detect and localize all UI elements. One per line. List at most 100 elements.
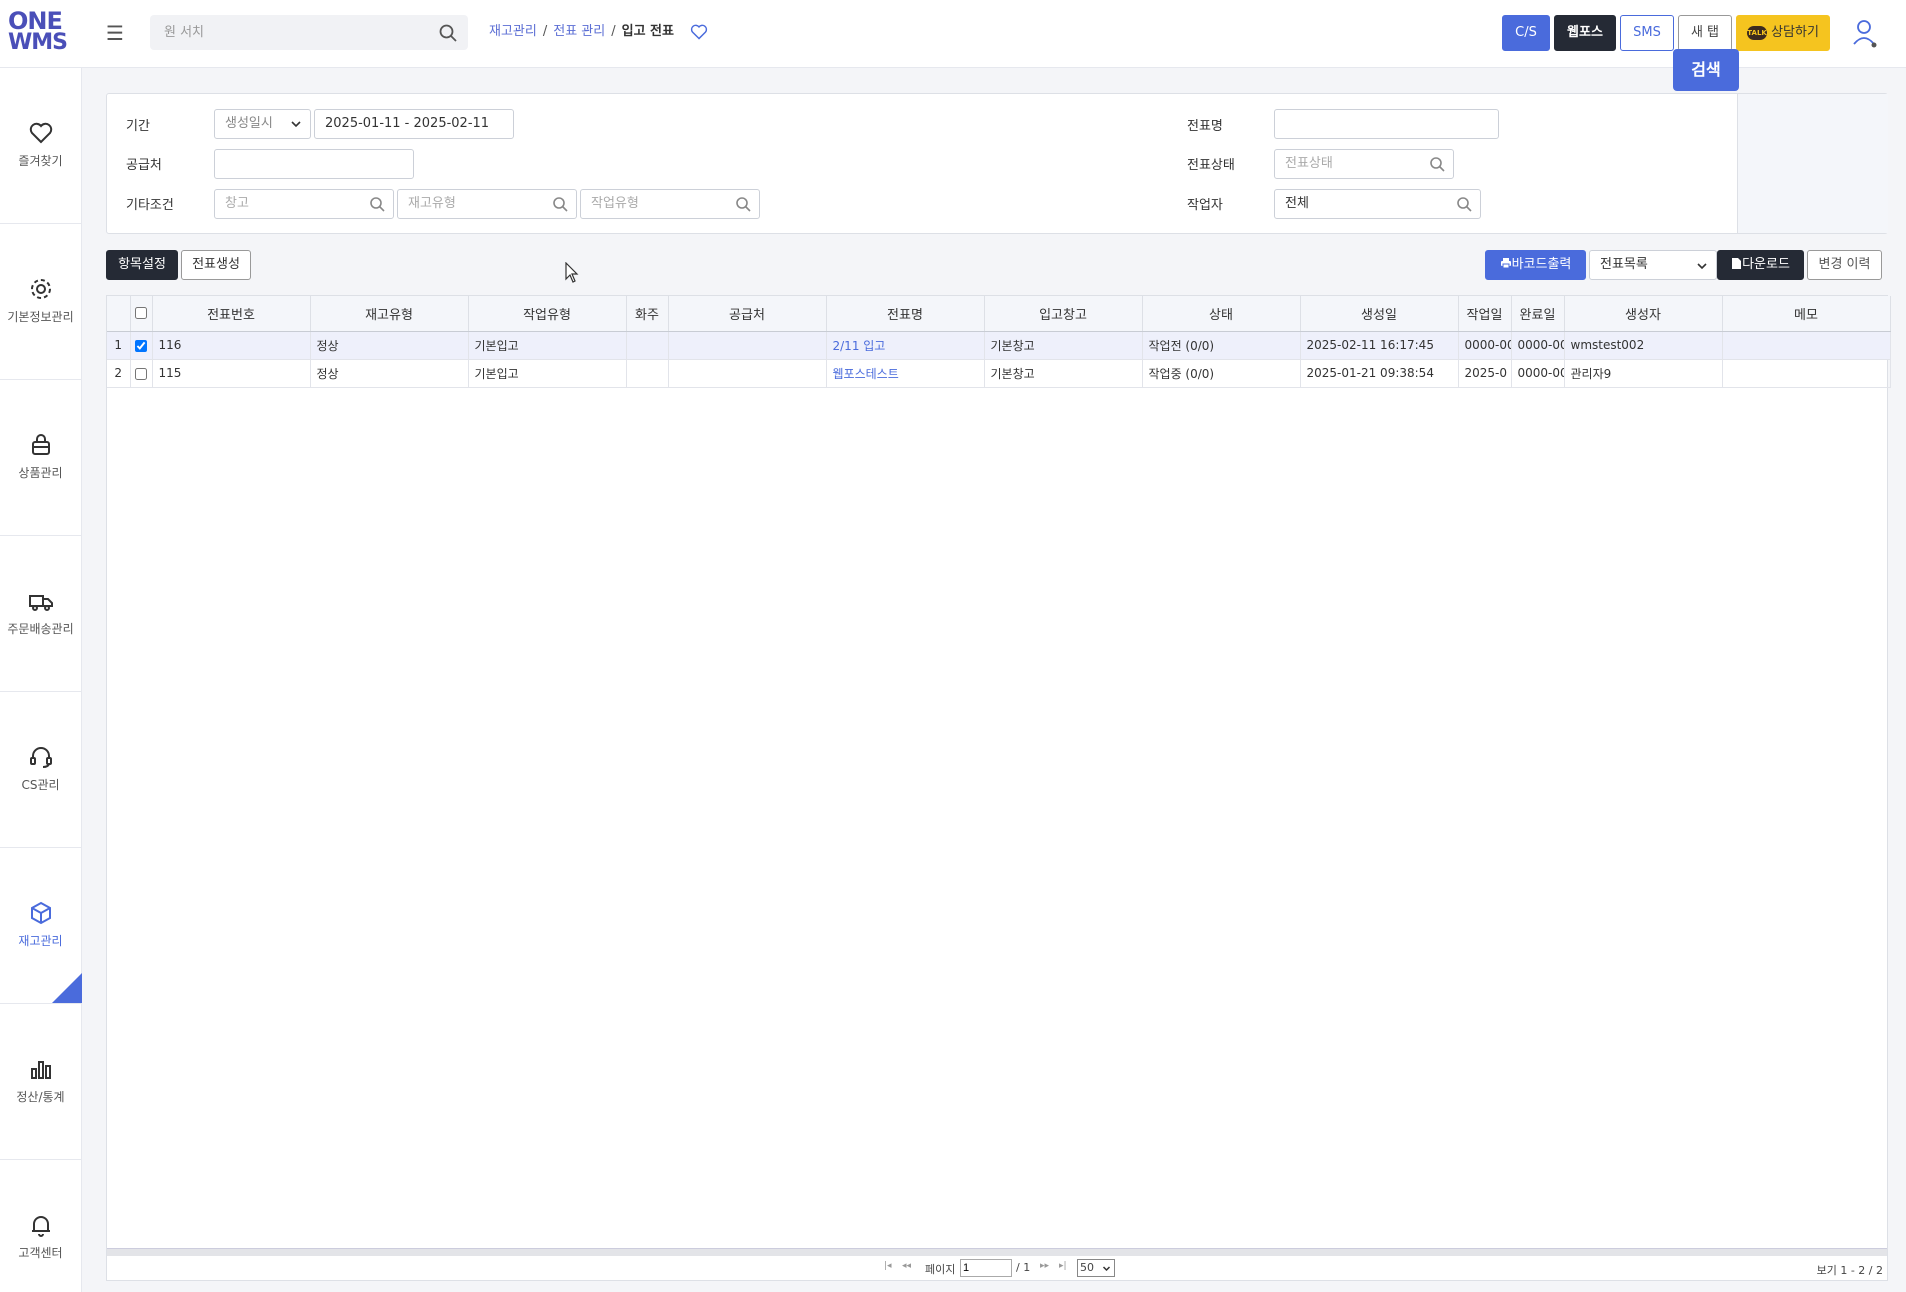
period-type-select[interactable]: 생성일시 <box>214 109 311 139</box>
user-profile-icon[interactable] <box>1852 18 1878 48</box>
download-button[interactable]: 다운로드 <box>1717 250 1804 280</box>
sidebar-item-products[interactable]: 상품관리 <box>0 380 81 536</box>
sms-button[interactable]: SMS <box>1620 15 1674 51</box>
sidebar-item-label: 주문배송관리 <box>7 622 74 636</box>
sidebar-item-label: CS관리 <box>21 778 60 792</box>
next-page-icon[interactable]: ▸▸ <box>1040 1261 1049 1271</box>
select-all-header <box>130 296 153 332</box>
download-label: 다운로드 <box>1742 257 1790 272</box>
last-page-icon[interactable]: ▸| <box>1059 1261 1067 1271</box>
warehouse-input[interactable]: 창고 <box>214 189 394 219</box>
column-header[interactable]: 작업유형 <box>468 296 627 332</box>
work-date-cell: 0000-00 <box>1458 331 1512 360</box>
work-type-cell: 기본입고 <box>468 331 627 360</box>
new-tab-button[interactable]: 새 탭 <box>1678 15 1732 51</box>
sidebar-item-label: 기본정보관리 <box>7 310 74 324</box>
column-header[interactable]: 생성일 <box>1300 296 1459 332</box>
search-icon <box>553 197 568 212</box>
breadcrumb-item-inventory[interactable]: 재고관리 <box>489 20 537 44</box>
barcode-print-label: 바코드출력 <box>1511 257 1572 272</box>
horizontal-scrollbar[interactable] <box>107 1248 1887 1256</box>
slip-name-input[interactable] <box>1274 109 1499 139</box>
column-header[interactable]: 완료일 <box>1511 296 1565 332</box>
sidebar-item-support[interactable]: 고객센터 <box>0 1160 81 1292</box>
supplier-cell <box>668 331 827 360</box>
first-page-icon[interactable]: |◂ <box>884 1261 892 1271</box>
search-icon <box>370 197 385 212</box>
prev-page-icon[interactable]: ◂◂ <box>902 1261 911 1271</box>
supplier-label: 공급처 <box>126 158 162 173</box>
page-label: 페이지 <box>925 1263 956 1276</box>
cs-button[interactable]: C/S <box>1502 15 1550 51</box>
column-header[interactable]: 생성자 <box>1564 296 1723 332</box>
column-header[interactable]: 상태 <box>1142 296 1301 332</box>
column-setting-button[interactable]: 항목설정 <box>106 250 178 280</box>
column-header[interactable]: 전표명 <box>826 296 985 332</box>
stock-type-input[interactable]: 재고유형 <box>397 189 577 219</box>
column-header[interactable]: 공급처 <box>668 296 827 332</box>
row-number: 2 <box>107 359 131 388</box>
search-button[interactable]: 검색 <box>1673 49 1739 91</box>
active-indicator <box>52 973 82 1003</box>
webpos-button[interactable]: 웹포스 <box>1554 15 1616 51</box>
top-header: ONE WMS ☰ 재고관리 / 전표 관리 / 입고 전표 C/S 웹포스 SMS 새… <box>0 0 1906 68</box>
slip-status-input[interactable]: 전표상태 <box>1274 149 1454 179</box>
sidebar-item-basic-info[interactable]: 기본정보관리 <box>0 224 81 380</box>
bag-icon <box>32 434 50 455</box>
column-header[interactable]: 화주 <box>626 296 669 332</box>
select-all-checkbox[interactable] <box>135 307 147 320</box>
table-row[interactable]: 2 115 정상 기본입고 웹포스테스트 기본창고 작업중 (0/0) 2025… <box>107 359 1891 388</box>
global-search-input[interactable] <box>150 15 430 50</box>
table-row[interactable]: 1 116 정상 기본입고 2/11 입고 기본창고 작업전 (0/0) 202… <box>107 331 1891 360</box>
sidebar-item-cs[interactable]: CS관리 <box>0 692 81 848</box>
page-size-select[interactable]: 50 <box>1077 1259 1115 1277</box>
printer-icon <box>1500 258 1511 269</box>
headset-icon <box>30 747 52 768</box>
owner-cell <box>626 359 669 388</box>
column-header[interactable]: 작업일 <box>1458 296 1512 332</box>
search-icon[interactable] <box>438 23 458 43</box>
page-number-input[interactable] <box>960 1259 1012 1277</box>
column-header[interactable]: 입고창고 <box>984 296 1143 332</box>
supplier-input[interactable] <box>214 149 414 179</box>
period-type-value: 생성일시 <box>225 116 273 131</box>
slip-name-link[interactable]: 웹포스테스트 <box>826 359 985 388</box>
menu-icon[interactable]: ☰ <box>104 20 126 46</box>
change-history-button[interactable]: 변경 이력 <box>1807 250 1882 280</box>
favorite-heart-icon[interactable] <box>690 24 708 40</box>
column-header[interactable]: 재고유형 <box>310 296 469 332</box>
slip-list-select[interactable]: 전표목록 <box>1589 250 1717 280</box>
memo-cell <box>1722 331 1891 360</box>
search-icon <box>736 197 751 212</box>
filter-action-area <box>1737 94 1888 233</box>
breadcrumb-item-current: 입고 전표 <box>621 24 674 39</box>
row-number: 1 <box>107 331 131 360</box>
sidebar-item-settlement[interactable]: 정산/통계 <box>0 1004 81 1160</box>
app-logo[interactable]: ONE WMS <box>8 9 68 58</box>
warehouse-placeholder: 창고 <box>225 196 249 211</box>
row-checkbox[interactable] <box>135 367 147 380</box>
column-header[interactable]: 메모 <box>1722 296 1891 332</box>
worker-value: 전체 <box>1285 196 1309 211</box>
warehouse-cell: 기본창고 <box>984 331 1143 360</box>
work-type-input[interactable]: 작업유형 <box>580 189 760 219</box>
create-slip-button[interactable]: 전표생성 <box>181 250 251 280</box>
work-date-cell: 2025-0 <box>1458 359 1512 388</box>
breadcrumb-item-slip-management[interactable]: 전표 관리 <box>553 20 605 44</box>
pagination: |◂ ◂◂ 페이지 / 1 ▸▸ ▸| 50 보기 1 - 2 / 2 <box>107 1256 1887 1280</box>
column-header[interactable]: 전표번호 <box>152 296 311 332</box>
slip-grid: 전표번호 재고유형 작업유형 화주 공급처 전표명 입고창고 상태 생성일 작업… <box>106 295 1891 1281</box>
slip-name-label: 전표명 <box>1187 119 1223 134</box>
period-range-input[interactable]: 2025-01-11 - 2025-02-11 <box>314 109 514 139</box>
row-select-cell <box>130 359 153 388</box>
slip-name-link[interactable]: 2/11 입고 <box>826 331 985 360</box>
gear-icon <box>31 279 51 299</box>
sidebar-item-favorites[interactable]: 즐겨찾기 <box>0 68 81 224</box>
consult-button[interactable]: TALK 상담하기 <box>1736 15 1830 51</box>
row-checkbox[interactable] <box>135 339 147 352</box>
breadcrumb-separator: / <box>611 24 616 39</box>
complete-date-cell: 0000-00 <box>1511 359 1565 388</box>
worker-input[interactable]: 전체 <box>1274 189 1481 219</box>
sidebar-item-order-shipping[interactable]: 주문배송관리 <box>0 536 81 692</box>
barcode-print-button[interactable]: 바코드출력 <box>1485 250 1586 280</box>
